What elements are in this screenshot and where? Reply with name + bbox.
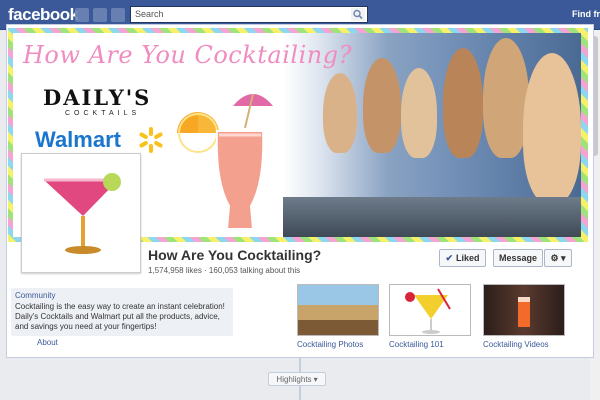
messages-icon[interactable] — [93, 8, 107, 22]
message-button[interactable]: Message — [493, 249, 543, 267]
walmart-logo: Walmart — [35, 127, 121, 152]
cover-headline: How Are You Cocktailing? — [23, 41, 352, 69]
search-input[interactable]: Search — [130, 6, 368, 23]
app-tile-videos[interactable]: Cocktailing Videos — [483, 284, 565, 349]
headline-part2: Cocktailing? — [194, 41, 352, 69]
liked-button[interactable]: ✔ Liked — [439, 249, 486, 267]
about-link[interactable]: About — [37, 338, 58, 347]
notifications-globe-icon[interactable] — [111, 8, 125, 22]
search-placeholder: Search — [135, 9, 164, 19]
about-description: Cocktailing is the easy way to create an… — [15, 302, 225, 331]
dailys-logo: DAILY'S — [43, 85, 152, 110]
photos-thumbnail — [297, 284, 379, 336]
caret-down-icon: ▾ — [313, 374, 318, 384]
orange-drink-icon — [518, 297, 530, 327]
app-tile-photos[interactable]: Cocktailing Photos — [297, 284, 379, 349]
check-icon: ✔ — [445, 252, 454, 263]
notification-jewels — [75, 8, 125, 22]
app-label-101: Cocktailing 101 — [389, 340, 444, 349]
gear-icon: ⚙ ▾ — [550, 252, 566, 263]
facebook-logo[interactable]: facebook — [8, 5, 79, 25]
cocktail-101-thumbnail — [389, 284, 471, 336]
martini-glass-icon — [26, 158, 136, 268]
page-header-panel: How Are You Cocktailing? DAILY'S COCKTAI… — [6, 24, 594, 358]
about-box: Community Cocktailing is the easy way to… — [11, 288, 233, 336]
pink-cocktail-glass-icon — [215, 130, 265, 230]
gear-dropdown-button[interactable]: ⚙ ▾ — [544, 249, 572, 267]
party-table — [283, 197, 581, 237]
headline-part1: How Are You — [23, 41, 195, 69]
search-icon[interactable] — [351, 8, 365, 21]
liked-label: Liked — [456, 253, 480, 263]
profile-picture[interactable] — [21, 153, 141, 273]
videos-thumbnail — [483, 284, 565, 336]
category-link[interactable]: Community — [15, 291, 229, 300]
friend-requests-icon[interactable] — [75, 8, 89, 22]
dailys-logo-subtitle: COCKTAILS — [65, 110, 141, 117]
highlights-label: Highlights — [276, 374, 312, 384]
yellow-cocktail-icon — [405, 288, 451, 334]
app-label-videos: Cocktailing Videos — [483, 340, 549, 349]
page-stats: 1,574,958 likes · 160,053 talking about … — [148, 266, 301, 275]
walmart-spark-icon — [139, 127, 163, 153]
find-friends-link[interactable]: Find fri — [572, 9, 600, 19]
page-title: How Are You Cocktailing? — [148, 247, 322, 263]
highlights-dropdown[interactable]: Highlights ▾ — [268, 372, 326, 386]
app-label-photos: Cocktailing Photos — [297, 340, 364, 349]
app-tile-101[interactable]: Cocktailing 101 — [389, 284, 471, 349]
